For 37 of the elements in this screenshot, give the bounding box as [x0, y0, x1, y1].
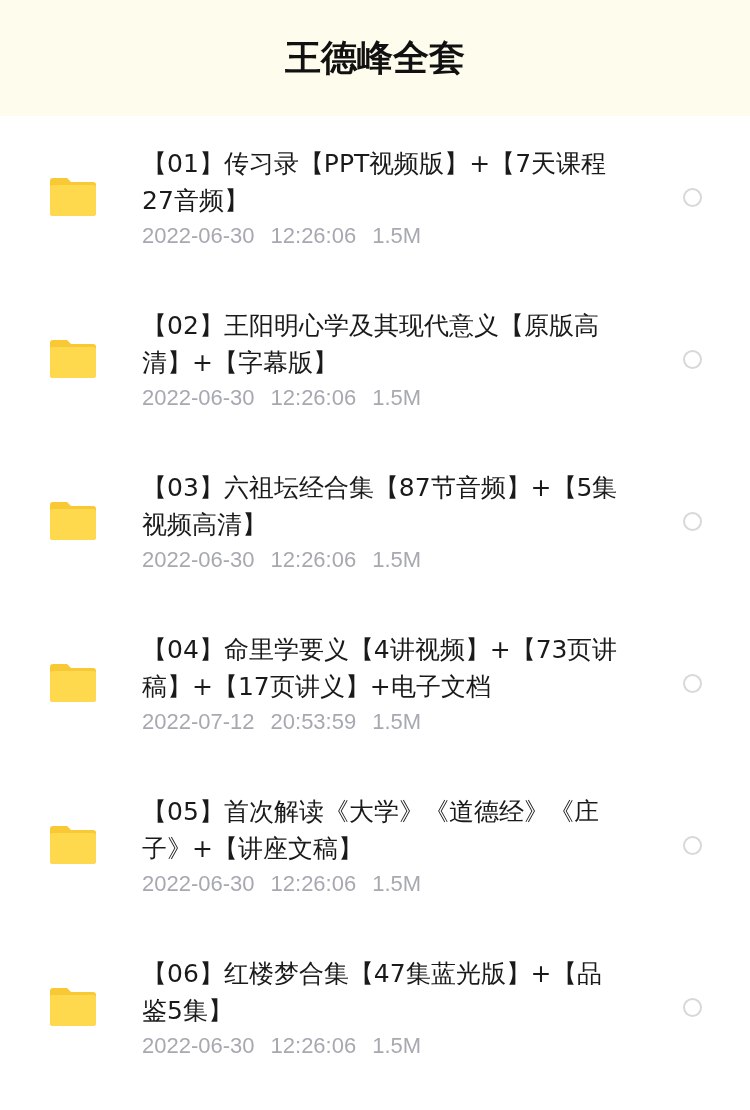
file-size: 1.5M	[372, 1033, 422, 1059]
modified-time: 12:26:06	[270, 223, 357, 249]
folder-icon	[50, 664, 96, 702]
folder-icon	[50, 178, 96, 216]
file-size: 1.5M	[372, 385, 422, 411]
modified-time: 12:26:06	[270, 385, 357, 411]
select-radio[interactable]	[683, 835, 702, 855]
select-radio[interactable]	[683, 349, 702, 369]
folder-name[interactable]: 【01】传习录【PPT视频版】+【7天课程27音频】	[142, 145, 622, 219]
page-title: 王德峰全套	[285, 35, 465, 80]
folder-icon	[50, 340, 96, 378]
modified-time: 20:53:59	[270, 709, 357, 735]
folder-name[interactable]: 【05】首次解读《大学》《道德经》《庄子》+【讲座文稿】	[142, 793, 622, 867]
select-radio[interactable]	[683, 187, 702, 207]
folder-name[interactable]: 【03】六祖坛经合集【87节音频】+【5集视频高清】	[142, 469, 622, 543]
select-radio[interactable]	[683, 997, 702, 1017]
folder-name[interactable]: 【06】红楼梦合集【47集蓝光版】+【品鉴5集】	[142, 955, 622, 1029]
select-radio[interactable]	[683, 673, 702, 693]
modified-date: 2022-06-30	[142, 871, 255, 897]
modified-date: 2022-06-30	[142, 223, 255, 249]
folder-name[interactable]: 【02】王阳明心学及其现代意义【原版高清】+【字幕版】	[142, 307, 622, 381]
modified-date: 2022-06-30	[142, 547, 255, 573]
modified-date: 2022-06-30	[142, 1033, 255, 1059]
modified-date: 2022-06-30	[142, 385, 255, 411]
select-radio[interactable]	[683, 511, 702, 531]
folder-icon	[50, 502, 96, 540]
modified-date: 2022-07-12	[142, 709, 255, 735]
file-size: 1.5M	[372, 223, 422, 249]
file-size: 1.5M	[372, 547, 422, 573]
folder-icon	[50, 826, 96, 864]
modified-time: 12:26:06	[270, 1033, 357, 1059]
modified-time: 12:26:06	[270, 871, 357, 897]
file-size: 1.5M	[372, 871, 422, 897]
folder-name[interactable]: 【04】命里学要义【4讲视频】+【73页讲稿】+【17页讲义】+电子文档	[142, 631, 622, 705]
file-size: 1.5M	[372, 709, 422, 735]
folder-icon	[50, 988, 96, 1026]
modified-time: 12:26:06	[270, 547, 357, 573]
